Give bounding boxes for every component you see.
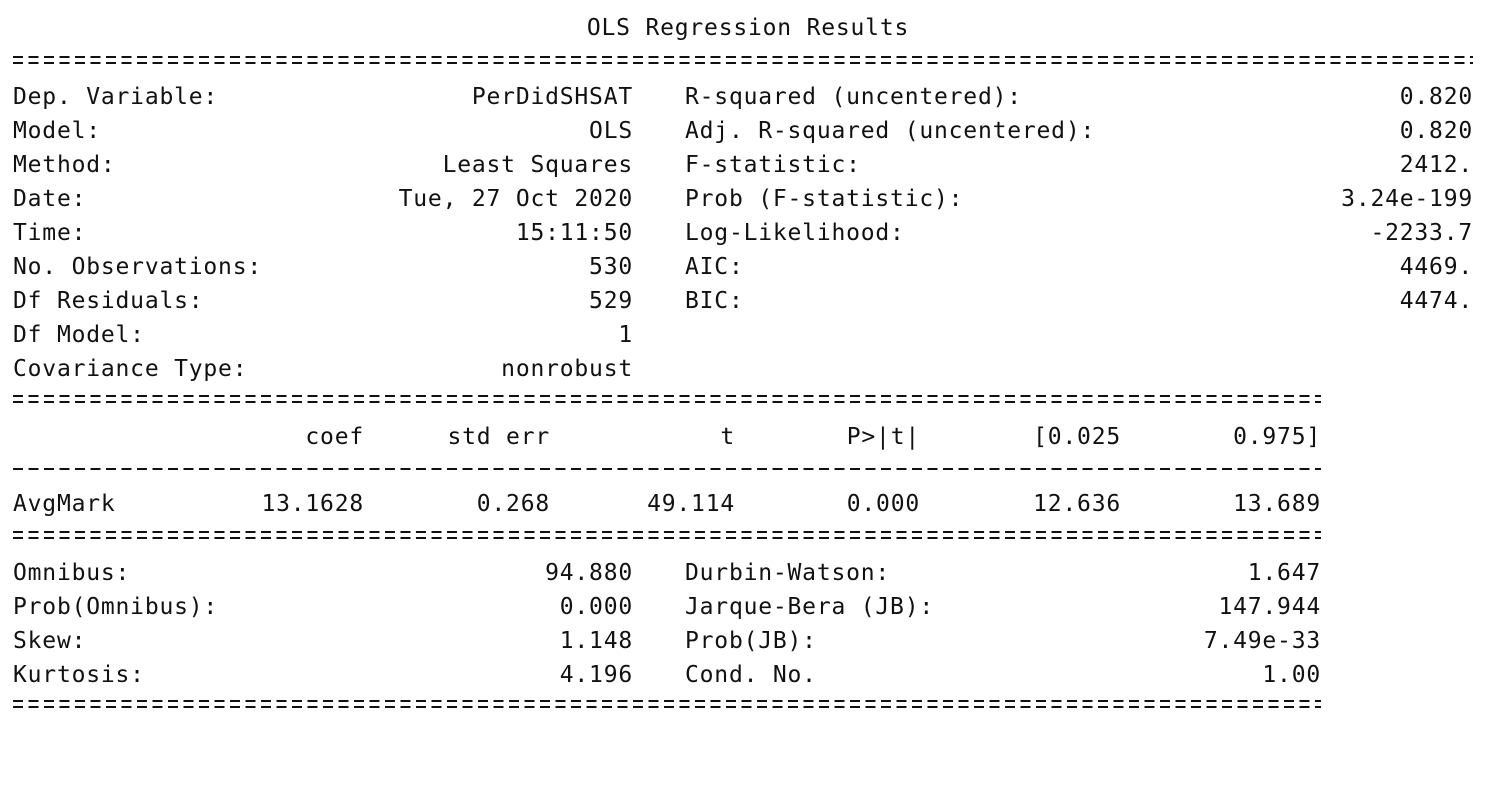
coef-value: 13.1628 [261, 491, 364, 517]
stat-value: 4469. [1399, 254, 1473, 280]
info-label: Date: [13, 186, 87, 212]
std-err-value: 0.268 [476, 491, 550, 517]
stat-row-f-statistic: F-statistic: 2412. [685, 148, 1473, 182]
stat-label: Log-Likelihood: [685, 220, 905, 246]
info-value: 1 [618, 322, 633, 348]
info-row-observations: No. Observations: 530 [13, 250, 633, 284]
info-row-df-residuals: Df Residuals: 529 [13, 284, 633, 318]
ci-upper-value: 13.689 [1233, 491, 1321, 517]
stat-label: R-squared (uncentered): [685, 84, 1022, 110]
info-label: Method: [13, 152, 116, 178]
stat-label: F-statistic: [685, 152, 861, 178]
stat-value: 2412. [1399, 152, 1473, 178]
diag-label: Omnibus: [13, 560, 131, 586]
info-value: 15:11:50 [515, 220, 633, 246]
info-row-method: Method: Least Squares [13, 148, 633, 182]
ci-upper-header: 0.975] [1233, 424, 1321, 450]
diag-row-cond-no: Cond. No. 1.00 [685, 658, 1321, 692]
info-label: Df Residuals: [13, 288, 204, 314]
info-value: Least Squares [442, 152, 633, 178]
stat-value: 0.820 [1399, 118, 1473, 144]
diag-value: 147.944 [1218, 594, 1321, 620]
diag-label: Durbin-Watson: [685, 560, 891, 586]
stat-label: Adj. R-squared (uncentered): [685, 118, 1096, 144]
info-label: Model: [13, 118, 101, 144]
info-value: nonrobust [501, 356, 633, 382]
diag-row-durbin-watson: Durbin-Watson: 1.647 [685, 556, 1321, 590]
stat-value: -2233.7 [1370, 220, 1473, 246]
diag-row-jarque-bera: Jarque-Bera (JB): 147.944 [685, 590, 1321, 624]
coef-header: coef [305, 424, 364, 450]
double-rule-diagnostics-top [13, 531, 1321, 540]
t-value: 49.114 [647, 491, 735, 517]
diag-value: 94.880 [545, 560, 633, 586]
info-row-time: Time: 15:11:50 [13, 216, 633, 250]
info-row-model: Model: OLS [13, 114, 633, 148]
info-value: 530 [589, 254, 633, 280]
variable-name: AvgMark [13, 491, 116, 517]
p-value-header: P>|t| [846, 424, 920, 450]
diag-value: 7.49e-33 [1203, 628, 1321, 654]
coef-table-header: coef std err t P>|t| [0.025 0.975] [13, 420, 1321, 454]
double-rule-coef-top [13, 395, 1321, 404]
ci-lower-value: 12.636 [1033, 491, 1121, 517]
regression-report: OLS Regression Results Dep. Variable: Pe… [13, 0, 1483, 726]
std-err-header: std err [447, 424, 550, 450]
info-row-date: Date: Tue, 27 Oct 2020 [13, 182, 633, 216]
info-value: OLS [589, 118, 633, 144]
info-label: Df Model: [13, 322, 145, 348]
double-rule-bottom [13, 700, 1321, 709]
info-value: Tue, 27 Oct 2020 [398, 186, 633, 212]
info-row-df-model: Df Model: 1 [13, 318, 633, 352]
table-row: AvgMark 13.1628 0.268 49.114 0.000 12.63… [13, 487, 1321, 521]
report-title: OLS Regression Results [586, 15, 910, 41]
diag-value: 1.00 [1262, 662, 1321, 688]
stat-value: 0.820 [1399, 84, 1473, 110]
info-label: No. Observations: [13, 254, 263, 280]
diag-row-prob-jb: Prob(JB): 7.49e-33 [685, 624, 1321, 658]
diag-value: 4.196 [559, 662, 633, 688]
diag-label: Skew: [13, 628, 87, 654]
diag-row-kurtosis: Kurtosis: 4.196 [13, 658, 633, 692]
single-rule-coef-header [13, 468, 1321, 470]
stat-label: BIC: [685, 288, 744, 314]
diag-label: Cond. No. [685, 662, 817, 688]
stat-row-r-squared: R-squared (uncentered): 0.820 [685, 80, 1473, 114]
t-header: t [720, 424, 735, 450]
stat-row-log-likelihood: Log-Likelihood: -2233.7 [685, 216, 1473, 250]
stat-row-aic: AIC: 4469. [685, 250, 1473, 284]
diag-label: Kurtosis: [13, 662, 145, 688]
ci-lower-header: [0.025 [1033, 424, 1121, 450]
stat-row-adj-r-squared: Adj. R-squared (uncentered): 0.820 [685, 114, 1473, 148]
diag-row-skew: Skew: 1.148 [13, 624, 633, 658]
info-label: Time: [13, 220, 87, 246]
diag-label: Prob(JB): [685, 628, 817, 654]
info-value: PerDidSHSAT [471, 84, 633, 110]
diag-label: Prob(Omnibus): [13, 594, 219, 620]
double-rule-top [13, 56, 1473, 65]
stat-row-prob-f: Prob (F-statistic): 3.24e-199 [685, 182, 1473, 216]
diag-value: 0.000 [559, 594, 633, 620]
info-value: 529 [589, 288, 633, 314]
info-row-dep-variable: Dep. Variable: PerDidSHSAT [13, 80, 633, 114]
diag-value: 1.647 [1247, 560, 1321, 586]
p-value: 0.000 [846, 491, 920, 517]
stat-value: 3.24e-199 [1341, 186, 1473, 212]
stat-label: AIC: [685, 254, 744, 280]
diag-row-omnibus: Omnibus: 94.880 [13, 556, 633, 590]
diag-value: 1.148 [559, 628, 633, 654]
stat-row-bic: BIC: 4474. [685, 284, 1473, 318]
info-row-covariance-type: Covariance Type: nonrobust [13, 352, 633, 386]
info-label: Covariance Type: [13, 356, 248, 382]
info-label: Dep. Variable: [13, 84, 219, 110]
stat-value: 4474. [1399, 288, 1473, 314]
diag-label: Jarque-Bera (JB): [685, 594, 935, 620]
stat-label: Prob (F-statistic): [685, 186, 964, 212]
diag-row-prob-omnibus: Prob(Omnibus): 0.000 [13, 590, 633, 624]
